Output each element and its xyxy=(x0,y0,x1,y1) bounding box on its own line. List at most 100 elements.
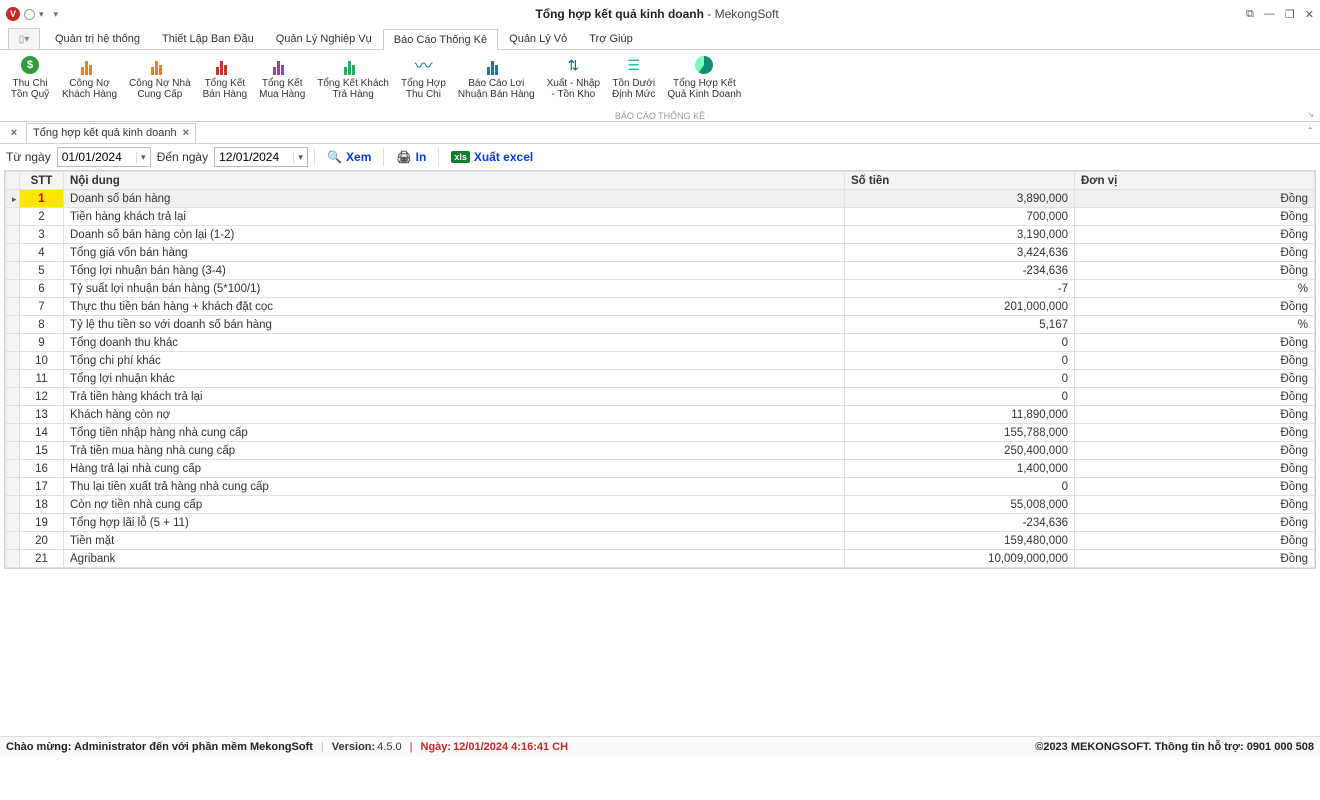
to-date-field[interactable] xyxy=(215,150,293,164)
collapse-ribbon-button[interactable]: ˆ xyxy=(1309,127,1312,138)
ribbon-button-icon: ☰ xyxy=(623,54,645,76)
col-header-unit[interactable]: Đơn vị xyxy=(1075,172,1315,190)
view-button[interactable]: 🔍 Xem xyxy=(321,147,377,167)
cell-unit: Đồng xyxy=(1075,550,1315,568)
ribbon-button[interactable]: 〰Tổng Hợp Thu Chi xyxy=(395,52,452,102)
ribbon-button[interactable]: Báo Cáo Lợi Nhuận Bán Hàng xyxy=(452,52,541,102)
cell-content: Tỷ lệ thu tiền so với doanh số bán hàng xyxy=(64,316,845,334)
table-row[interactable]: 19Tổng hợp lãi lỗ (5 + 11)-234,636Đồng xyxy=(6,514,1315,532)
row-indicator xyxy=(6,424,20,442)
ribbon-button-icon xyxy=(149,54,171,76)
row-indicator xyxy=(6,370,20,388)
table-row[interactable]: 21Agribank10,009,000,000Đồng xyxy=(6,550,1315,568)
status-bar: Chào mừng: Administrator đến với phần mề… xyxy=(0,736,1320,756)
ribbon-button[interactable]: Tổng Kết Khách Trả Hàng xyxy=(311,52,395,102)
minimize-button[interactable]: — xyxy=(1264,8,1275,21)
table-row[interactable]: 13Khách hàng còn nợ11,890,000Đồng xyxy=(6,406,1315,424)
cell-unit: Đồng xyxy=(1075,298,1315,316)
ribbon-button[interactable]: $Thu Chi Tồn Quỹ xyxy=(4,52,56,102)
row-indicator xyxy=(6,316,20,334)
cell-content: Tổng lợi nhuận bán hàng (3-4) xyxy=(64,262,845,280)
cell-stt: 17 xyxy=(20,478,64,496)
ribbon-tab[interactable]: Quản Lý Vỏ xyxy=(498,28,578,49)
dialog-launcher-icon[interactable]: ↘ xyxy=(1307,110,1314,119)
export-excel-button[interactable]: xls Xuất excel xyxy=(445,147,539,167)
file-menu-button[interactable]: ▯▾ xyxy=(8,28,40,49)
cell-stt: 15 xyxy=(20,442,64,460)
table-row[interactable]: 14Tổng tiền nhập hàng nhà cung cấp155,78… xyxy=(6,424,1315,442)
ribbon-button[interactable]: Công Nợ Khách Hàng xyxy=(56,52,123,102)
table-row[interactable]: 10Tổng chi phí khác0Đồng xyxy=(6,352,1315,370)
cell-content: Hàng trả lại nhà cung cấp xyxy=(64,460,845,478)
close-all-tabs-button[interactable]: × xyxy=(6,127,22,139)
cell-amount: 201,000,000 xyxy=(845,298,1075,316)
table-row[interactable]: 7Thực thu tiền bán hàng + khách đặt cọc2… xyxy=(6,298,1315,316)
to-date-input[interactable]: ▾ xyxy=(214,147,308,167)
document-tab-active[interactable]: Tổng hợp kết quả kinh doanh × xyxy=(26,123,196,143)
table-row[interactable]: 15Trả tiền mua hàng nhà cung cấp250,400,… xyxy=(6,442,1315,460)
ribbon-button-label: Báo Cáo Lợi Nhuận Bán Hàng xyxy=(458,78,535,100)
table-row[interactable]: 5Tổng lợi nhuận bán hàng (3-4)-234,636Đồ… xyxy=(6,262,1315,280)
cell-stt: 8 xyxy=(20,316,64,334)
table-row[interactable]: 6Tỷ suất lợi nhuận bán hàng (5*100/1)-7% xyxy=(6,280,1315,298)
table-row[interactable]: 1Doanh số bán hàng3,890,000Đồng xyxy=(6,190,1315,208)
cell-amount: 3,890,000 xyxy=(845,190,1075,208)
table-row[interactable]: 9Tổng doanh thu khác0Đồng xyxy=(6,334,1315,352)
row-indicator xyxy=(6,226,20,244)
print-button-label: In xyxy=(416,150,427,164)
row-indicator xyxy=(6,514,20,532)
table-row[interactable]: 18Còn nợ tiền nhà cung cấp55,008,000Đồng xyxy=(6,496,1315,514)
ribbon-button[interactable]: ☰Tồn Dưới Định Mức xyxy=(606,52,661,102)
row-indicator xyxy=(6,388,20,406)
ribbon-tab[interactable]: Báo Cáo Thống Kê xyxy=(383,29,498,50)
table-row[interactable]: 11Tổng lợi nhuận khác0Đồng xyxy=(6,370,1315,388)
ribbon-tab[interactable]: Trợ Giúp xyxy=(578,28,643,49)
ribbon-button[interactable]: Tổng Kết Bán Hàng xyxy=(197,52,253,102)
table-row[interactable]: 2Tiền hàng khách trả lại700,000Đồng xyxy=(6,208,1315,226)
cell-amount: 0 xyxy=(845,334,1075,352)
ribbon-button-label: Tổng Hợp Kết Quả Kinh Doanh xyxy=(667,78,741,100)
ribbon-tab[interactable]: Quản Lý Nghiệp Vụ xyxy=(265,28,383,49)
col-header-content[interactable]: Nội dung xyxy=(64,172,845,190)
table-row[interactable]: 16Hàng trả lại nhà cung cấp1,400,000Đồng xyxy=(6,460,1315,478)
qat-dropdown-icon[interactable]: ▾ xyxy=(39,9,44,20)
ribbon-tab[interactable]: Quản trị hệ thống xyxy=(44,28,151,49)
row-indicator xyxy=(6,550,20,568)
ribbon-button[interactable]: ⇅Xuất - Nhập - Tồn Kho xyxy=(541,52,606,102)
qat-customize-icon[interactable]: ▾ xyxy=(54,9,59,20)
cell-unit: Đồng xyxy=(1075,262,1315,280)
table-row[interactable]: 4Tổng giá vốn bán hàng3,424,636Đồng xyxy=(6,244,1315,262)
results-grid[interactable]: STT Nội dung Số tiền Đơn vị 1Doanh số bá… xyxy=(4,170,1316,569)
from-date-input[interactable]: ▾ xyxy=(57,147,151,167)
cell-unit: Đồng xyxy=(1075,406,1315,424)
ribbon-tab[interactable]: Thiết Lập Ban Đầu xyxy=(151,28,265,49)
print-button[interactable]: 🖨 In xyxy=(390,147,432,167)
cell-stt: 7 xyxy=(20,298,64,316)
close-window-button[interactable]: ✕ xyxy=(1305,8,1314,21)
table-row[interactable]: 8Tỷ lệ thu tiền so với doanh số bán hàng… xyxy=(6,316,1315,334)
row-indicator xyxy=(6,478,20,496)
col-header-stt[interactable]: STT xyxy=(20,172,64,190)
status-version-value: 4.5.0 xyxy=(377,741,401,753)
ribbon-display-options-icon[interactable]: ⧉ xyxy=(1246,8,1254,21)
cell-amount: 3,190,000 xyxy=(845,226,1075,244)
maximize-button[interactable]: ❐ xyxy=(1285,8,1295,21)
from-date-field[interactable] xyxy=(58,150,136,164)
cell-stt: 13 xyxy=(20,406,64,424)
row-indicator xyxy=(6,406,20,424)
search-icon: 🔍 xyxy=(327,150,342,164)
cell-unit: Đồng xyxy=(1075,514,1315,532)
cell-unit: Đồng xyxy=(1075,244,1315,262)
table-row[interactable]: 20Tiền mặt159,480,000Đồng xyxy=(6,532,1315,550)
col-header-amount[interactable]: Số tiền xyxy=(845,172,1075,190)
table-row[interactable]: 3Doanh số bán hàng còn lại (1-2)3,190,00… xyxy=(6,226,1315,244)
table-row[interactable]: 12Trả tiền hàng khách trả lại0Đồng xyxy=(6,388,1315,406)
ribbon-button[interactable]: Tổng Kết Mua Hàng xyxy=(253,52,311,102)
close-tab-button[interactable]: × xyxy=(183,127,189,139)
table-row[interactable]: 17Thu lại tiền xuất trả hàng nhà cung cấ… xyxy=(6,478,1315,496)
cell-content: Thu lại tiền xuất trả hàng nhà cung cấp xyxy=(64,478,845,496)
from-date-dropdown-icon[interactable]: ▾ xyxy=(136,152,150,163)
to-date-dropdown-icon[interactable]: ▾ xyxy=(293,152,307,163)
ribbon-button[interactable]: Công Nợ Nhà Cung Cấp xyxy=(123,52,197,102)
ribbon-button[interactable]: Tổng Hợp Kết Quả Kinh Doanh xyxy=(661,52,747,102)
